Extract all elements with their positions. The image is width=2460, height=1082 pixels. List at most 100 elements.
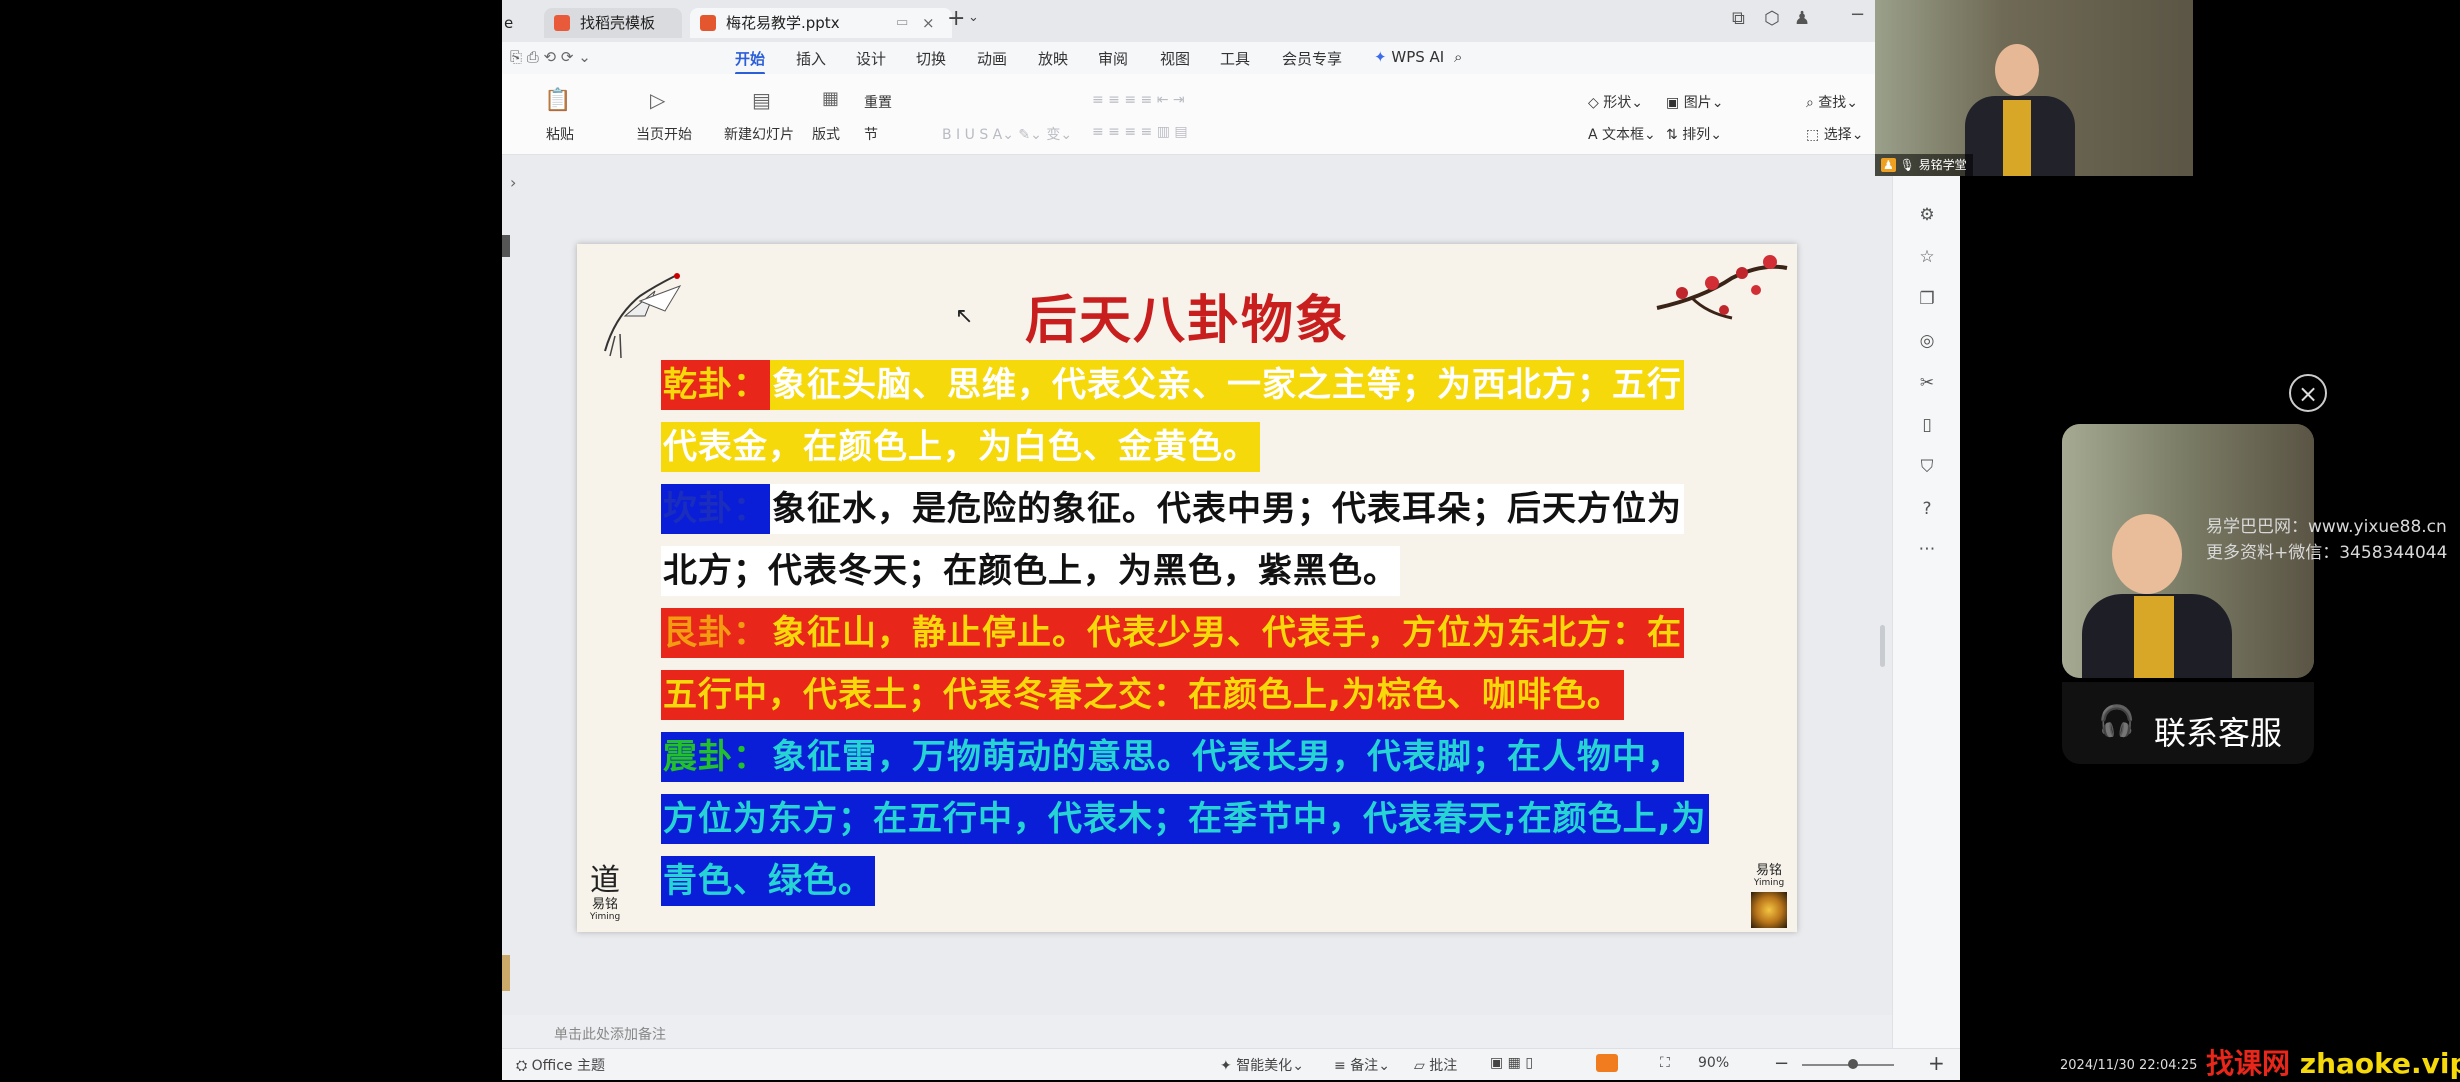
contact-button[interactable]: 🎧 联系客服 [2062,682,2314,764]
logo-text: Yiming [589,912,621,922]
textbox-button[interactable]: A 文本框⌄ [1588,124,1656,144]
presenter-video[interactable]: ♟ 🎙 易铭学堂 [1875,0,2193,176]
book-icon[interactable]: ▯ [1917,415,1937,435]
menu-slideshow[interactable]: 放映 [1038,48,1068,69]
menu-review[interactable]: 审阅 [1098,48,1128,69]
menu-member[interactable]: 会员专享 [1282,48,1342,69]
wps-ai-icon: ✦ [1374,48,1387,66]
presenter-label: ♟ 🎙 易铭学堂 [1875,154,1973,176]
shirt-icon[interactable]: ⛉ [1917,457,1937,477]
site-watermark: 找课网 zhaoke.vip [2206,1047,2460,1080]
right-side-panel: ⚙ ☆ ❐ ◎ ✂ ▯ ⛉ ? ⋯ [1892,155,1960,1048]
mic-icon: 🎙 [1899,158,1915,172]
text-line: 坎卦： 象征水，是危险的象征。代表中男；代表耳朵；后天方位为 [661,484,1684,534]
zoom-out-icon[interactable]: − [1774,1053,1789,1074]
chevron-down-icon[interactable]: ⌄ [968,10,979,25]
zoom-slider-thumb[interactable] [1848,1059,1858,1069]
close-tab-icon[interactable]: × [922,8,935,38]
view-mode-icons[interactable]: ▣ ▦ ▯ [1490,1055,1533,1071]
font-format-icons[interactable]: B I U S A⌄ ✎⌄ 变⌄ [942,124,1072,144]
thumbnail-edge[interactable] [502,235,510,257]
arrange-button[interactable]: ⇅ 排列⌄ [1666,124,1722,144]
reset-button[interactable]: 重置 [864,92,892,112]
logo-right: 易铭 Yiming [1747,864,1791,928]
trigram-text: 象征山，静止停止。代表少男、代表手，方位为东北方：在 [770,608,1684,658]
slide-title: 后天八卦物象 [1024,291,1349,351]
quick-access-icons[interactable]: ⎘ ⎙ ⟲ ⟳ ⌄ [510,48,591,66]
paste-icon[interactable]: 📋 [544,88,571,113]
comments-button[interactable]: ▱ 批注 [1414,1055,1457,1075]
tools-icon[interactable]: ✂ [1917,373,1937,393]
tab-pptx-document[interactable]: 梅花易教学.pptx ▭ × [690,8,952,38]
section-button[interactable]: 节 [864,124,878,144]
menu-tools[interactable]: 工具 [1220,48,1250,69]
new-slide-icon[interactable]: ▤ [752,88,771,112]
theme-label[interactable]: ⛭ Office 主题 [516,1055,605,1075]
mouse-cursor-icon: ↖ [955,304,974,329]
select-button[interactable]: ⬚ 选择⌄ [1806,124,1863,144]
layout-icon[interactable]: ▦ [822,88,839,109]
menu-design[interactable]: 设计 [856,48,886,69]
shape-button[interactable]: ◇ 形状⌄ [1588,92,1643,112]
logo-glyph: 道 [590,863,620,898]
trigram-label-zhen: 震卦： [661,732,770,782]
expand-panel-icon[interactable]: › [510,173,516,192]
monitor-icon[interactable]: ▭ [896,8,908,38]
menu-wps-ai[interactable]: ✦ WPS AI [1374,48,1444,66]
menu-bar: ⎘ ⎙ ⟲ ⟳ ⌄ 开始 插入 设计 切换 动画 放映 审阅 视图 工具 会员专… [502,42,1960,75]
contact-label: 联系客服 [2154,714,2283,752]
settings-sliders-icon[interactable]: ⚙ [1917,205,1937,225]
notes-placeholder[interactable]: 单击此处添加备注 [554,1024,666,1044]
window-tile-icon[interactable]: ⧉ [1732,8,1745,29]
trigram-text: 象征雷，万物萌动的意思。代表长男，代表脚；在人物中， [770,732,1684,782]
user-icon[interactable]: ♟ [1794,8,1810,29]
text-line: 青色、绿色。 [661,856,875,906]
cube-icon[interactable]: ⬡ [1764,8,1780,29]
close-floating-window-icon[interactable]: × [2289,374,2327,412]
find-button[interactable]: ⌕ 查找⌄ [1806,92,1858,112]
more-icon[interactable]: ⋯ [1917,539,1937,559]
smart-beautify-button[interactable]: ✦ 智能美化⌄ [1220,1055,1304,1075]
star-icon[interactable]: ☆ [1917,247,1937,267]
copy-icon[interactable]: ❐ [1917,289,1937,309]
tab-docer-templates[interactable]: 找稻壳模板 [544,8,682,38]
thumbnail-edge[interactable] [502,955,510,991]
menu-view[interactable]: 视图 [1160,48,1190,69]
trigram-text: 青色、绿色。 [661,856,875,906]
menu-insert[interactable]: 插入 [796,48,826,69]
text-line: 乾卦： 象征头脑、思维，代表父亲、一家之主等；为西北方；五行 [661,360,1684,410]
slideshow-play-icon[interactable] [1596,1054,1618,1072]
fit-icon[interactable]: ⛶ [1660,1055,1670,1071]
trigram-text: 象征头脑、思维，代表父亲、一家之主等；为西北方；五行 [770,360,1684,410]
search-icon[interactable]: ⌕ [1454,48,1462,66]
trigram-text: 北方；代表冬天；在颜色上，为黑色，紫黑色。 [661,546,1400,596]
menu-home[interactable]: 开始 [735,48,766,75]
play-from-current-button[interactable]: 当页开始 [636,124,692,144]
new-slide-button[interactable]: 新建幻灯片 [724,124,794,144]
help-icon[interactable]: ? [1917,499,1937,519]
user-icon: ♟ [1881,158,1896,172]
zoom-level[interactable]: 90% [1698,1055,1729,1071]
align-icons[interactable]: ≡ ≡ ≡ ≡ ▥ ▤ [1092,124,1188,140]
paste-button[interactable]: 粘贴 [546,124,574,144]
notes-button[interactable]: ≡ 备注⌄ [1334,1055,1390,1075]
play-icon[interactable]: ▷ [650,88,665,112]
animation-icon[interactable]: ◎ [1917,331,1937,351]
zoom-in-icon[interactable]: + [1928,1051,1945,1075]
new-tab-icon[interactable]: + [947,6,965,31]
paragraph-format-icons[interactable]: ≡ ≡ ≡ ≡ ⇤ ⇥ [1092,92,1185,108]
slide[interactable]: 后天八卦物象 ↖ 乾卦： 象征头脑、思维，代表父亲、一家之主等；为西北方；五行 代… [577,244,1797,932]
menu-transitions[interactable]: 切换 [916,48,946,69]
timestamp: 2024/11/30 22:04:25 [2060,1058,2198,1073]
tab-partial[interactable]: e [502,8,532,38]
presenter-face [1995,44,2039,96]
image-button[interactable]: ▣ 图片⌄ [1666,92,1723,112]
logo-text: Yiming [1753,878,1785,888]
scrollbar[interactable] [1880,625,1885,667]
minimize-icon[interactable]: − [1850,4,1865,25]
menu-animations[interactable]: 动画 [977,48,1007,69]
trigram-text: 五行中，代表土；代表冬春之交：在颜色上,为棕色、咖啡色。 [661,670,1624,720]
layout-button[interactable]: 版式 [812,124,840,144]
contact-service-card[interactable]: 🎧 联系客服 [2062,424,2329,764]
presenter-face [2112,514,2182,594]
